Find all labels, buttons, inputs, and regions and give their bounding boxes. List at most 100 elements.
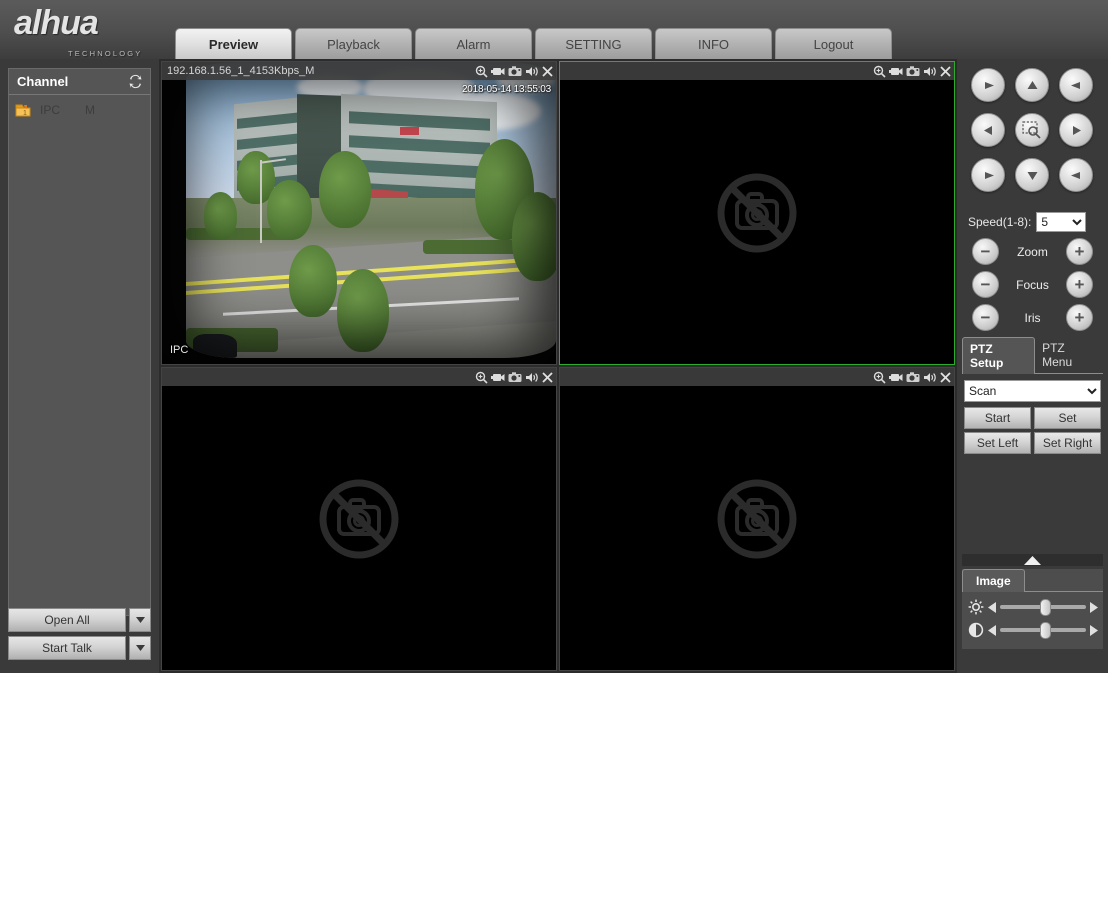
close-icon[interactable] [940,65,951,77]
audio-icon[interactable] [525,372,539,383]
local-record-icon[interactable] [889,66,903,77]
ptz-up-button[interactable] [1015,68,1049,102]
no-camera-placeholder-3 [162,368,556,670]
channel-stream-type: M [85,103,95,117]
local-record-icon[interactable] [889,372,903,383]
no-camera-placeholder-4 [560,368,954,670]
ptz-speed-select[interactable]: 5 [1036,212,1087,232]
open-all-button[interactable]: Open All [8,608,126,632]
video-cell-icons-2 [873,65,951,78]
open-all-dropdown-button[interactable] [129,608,151,632]
snapshot-icon[interactable] [508,371,522,383]
video-cell-icons-3 [475,371,553,384]
arrow-left-icon [983,125,992,135]
ptz-set-button[interactable]: Set [1034,407,1101,429]
start-talk-button[interactable]: Start Talk [8,636,126,660]
ptz-left-button[interactable] [971,113,1005,147]
ptz-up-left-button[interactable] [971,68,1005,102]
digital-zoom-icon[interactable] [475,65,488,78]
ptz-focus-minus-button[interactable]: − [972,271,999,298]
audio-icon[interactable] [923,66,937,77]
audio-icon[interactable] [923,372,937,383]
ptz-right-button[interactable] [1059,113,1093,147]
ptz-set-right-button[interactable]: Set Right [1034,432,1101,454]
video-cell-2[interactable] [559,61,955,365]
panel-collapse-handle[interactable] [962,554,1103,566]
channel-panel-title: Channel [17,74,69,89]
video-cell-1[interactable]: 2018-05-14 13:55:03 IPC 192.168.1.56_1_4… [161,61,557,365]
channel-panel-header: Channel [9,69,150,95]
video-cell-icons-4 [873,371,951,384]
tab-info[interactable]: INFO [655,28,772,59]
ptz-set-left-button[interactable]: Set Left [964,432,1031,454]
local-record-icon[interactable] [491,66,505,77]
close-icon[interactable] [940,371,951,383]
ptz-down-left-button[interactable] [971,158,1005,192]
video-cell-3[interactable] [161,367,557,671]
tab-setting[interactable]: SETTING [535,28,652,59]
arrow-up-right-icon [1070,81,1080,89]
ptz-start-button[interactable]: Start [964,407,1031,429]
ptz-down-button[interactable] [1015,158,1049,192]
contrast-increase-button[interactable] [1090,624,1098,636]
camera-icon: 1 [15,103,35,118]
snapshot-icon[interactable] [906,65,920,77]
contrast-decrease-button[interactable] [988,624,996,636]
arrow-down-left-icon [984,171,994,179]
brightness-increase-button[interactable] [1090,601,1098,613]
ptz-zoom-minus-button[interactable]: − [972,238,999,265]
close-icon[interactable] [542,371,553,383]
start-talk-dropdown-button[interactable] [129,636,151,660]
ptz-up-right-button[interactable] [1059,68,1093,102]
ptz-iris-minus-button[interactable]: − [972,304,999,331]
video-cell-4[interactable] [559,367,955,671]
ptz-direction-pad [962,68,1103,204]
digital-zoom-icon[interactable] [873,371,886,384]
image-panel: Image [962,569,1103,649]
chevron-down-icon [135,645,145,651]
ptz-iris-plus-button[interactable]: + [1066,304,1093,331]
tab-ptz-menu[interactable]: PTZ Menu [1035,337,1103,373]
no-camera-placeholder-2 [560,62,954,364]
video-grid: 2018-05-14 13:55:03 IPC 192.168.1.56_1_4… [161,61,955,671]
brightness-icon [968,599,984,615]
tab-image[interactable]: Image [962,569,1025,592]
channel-name: IPC [40,103,61,117]
close-icon[interactable] [542,65,553,77]
local-record-icon[interactable] [491,372,505,383]
ptz-zoom-plus-button[interactable]: + [1066,238,1093,265]
digital-zoom-icon[interactable] [873,65,886,78]
snapshot-icon[interactable] [906,371,920,383]
snapshot-icon[interactable] [508,65,522,77]
ptz-down-right-button[interactable] [1059,158,1093,192]
ptz-speed-row: Speed(1-8): 5 [968,212,1103,232]
contrast-slider-track[interactable] [1000,622,1086,639]
no-camera-icon [319,479,399,559]
video-cell-toolbar-4 [560,368,954,386]
ptz-function-select[interactable]: Scan [964,380,1101,402]
zoom-select-icon [1022,121,1041,139]
ptz-zoom-select-button[interactable] [1015,113,1049,147]
brightness-slider-track[interactable] [1000,599,1086,616]
tab-ptz-setup[interactable]: PTZ Setup [962,337,1036,374]
ptz-iris-label: Iris [1024,310,1041,325]
workspace: Channel 1 IPC M Open All Start Talk 2018… [0,59,1108,673]
ptz-focus-plus-button[interactable]: + [1066,271,1093,298]
refresh-icon[interactable] [127,73,144,90]
main-nav-tabs: Preview Playback Alarm SETTING INFO Logo… [175,28,892,59]
audio-icon[interactable] [525,66,539,77]
arrow-up-icon [1027,80,1037,89]
ptz-speed-label: Speed(1-8): [968,215,1032,229]
tab-logout[interactable]: Logout [775,28,892,59]
open-all-row: Open All [8,608,151,632]
channel-list-item[interactable]: 1 IPC M [9,99,150,121]
tab-preview[interactable]: Preview [175,28,292,59]
digital-zoom-icon[interactable] [475,371,488,384]
tab-alarm[interactable]: Alarm [415,28,532,59]
tab-playback[interactable]: Playback [295,28,412,59]
brightness-slider-knob[interactable] [1040,599,1052,616]
arrow-down-icon [1027,171,1037,180]
video-cell-toolbar-2 [560,62,954,80]
contrast-slider-knob[interactable] [1040,622,1052,639]
brightness-decrease-button[interactable] [988,601,996,613]
